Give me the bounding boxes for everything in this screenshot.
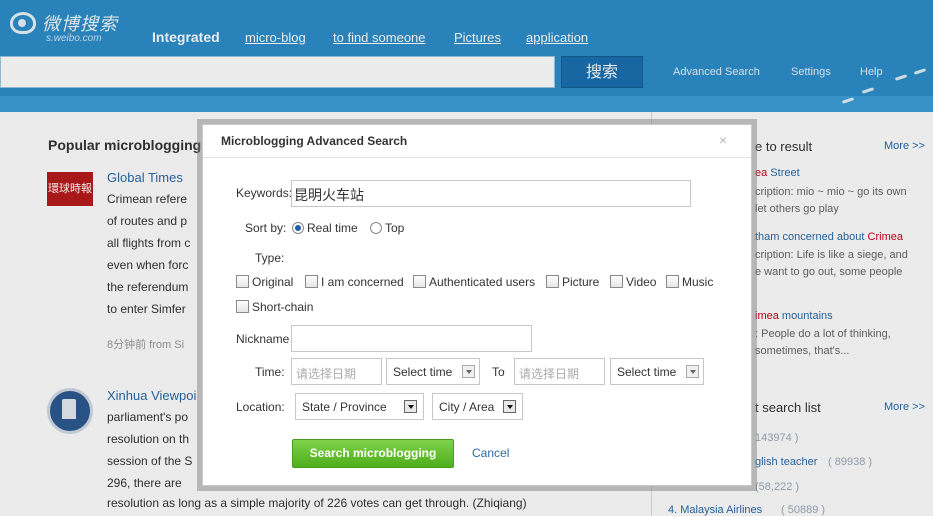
advanced-search-dialog: Microblogging Advanced Search × Keywords…	[202, 124, 752, 486]
end-time-value: Select time	[617, 365, 677, 379]
start-time-select[interactable]: Select time	[386, 358, 480, 385]
time-label: Time:	[255, 365, 285, 379]
type-original-checkbox[interactable]	[236, 275, 249, 288]
type-picture-checkbox[interactable]	[546, 275, 559, 288]
sort-realtime-label[interactable]: Real time	[307, 221, 358, 235]
dialog-title: Microblogging Advanced Search	[221, 134, 408, 148]
type-short-chain-checkbox[interactable]	[236, 300, 249, 313]
chevron-down-icon	[503, 400, 516, 413]
type-music-checkbox[interactable]	[666, 275, 679, 288]
sort-top-label[interactable]: Top	[385, 221, 404, 235]
sort-realtime-radio[interactable]	[292, 222, 304, 234]
location-label: Location:	[236, 400, 285, 414]
type-concerned-checkbox[interactable]	[305, 275, 318, 288]
chevron-down-icon	[462, 365, 475, 378]
type-picture-label[interactable]: Picture	[562, 275, 599, 289]
type-short-chain-label[interactable]: Short-chain	[252, 300, 313, 314]
type-authenticated-label[interactable]: Authenticated users	[429, 275, 535, 289]
search-microblogging-button[interactable]: Search microblogging	[292, 439, 454, 468]
sort-top-radio[interactable]	[370, 222, 382, 234]
start-time-value: Select time	[393, 365, 453, 379]
type-video-label[interactable]: Video	[626, 275, 656, 289]
keywords-input[interactable]: 昆明火车站	[291, 180, 691, 207]
start-date-input[interactable]: 请选择日期	[291, 358, 382, 385]
cancel-link[interactable]: Cancel	[472, 446, 509, 460]
type-label: Type:	[255, 251, 285, 265]
to-label: To	[492, 365, 505, 379]
chevron-down-icon	[686, 365, 699, 378]
end-date-input[interactable]: 请选择日期	[514, 358, 605, 385]
state-province-value: State / Province	[302, 400, 387, 414]
end-time-select[interactable]: Select time	[610, 358, 704, 385]
dialog-divider	[203, 157, 751, 158]
sort-label: Sort by:	[245, 221, 287, 235]
city-area-select[interactable]: City / Area	[432, 393, 523, 420]
city-area-value: City / Area	[439, 400, 495, 414]
type-video-checkbox[interactable]	[610, 275, 623, 288]
keywords-label: Keywords:	[236, 186, 293, 200]
type-music-label[interactable]: Music	[682, 275, 713, 289]
type-original-label[interactable]: Original	[252, 275, 293, 289]
type-authenticated-checkbox[interactable]	[413, 275, 426, 288]
state-province-select[interactable]: State / Province	[295, 393, 424, 420]
chevron-down-icon	[404, 400, 417, 413]
type-concerned-label[interactable]: I am concerned	[321, 275, 404, 289]
nickname-label: Nickname	[236, 332, 290, 346]
nickname-input[interactable]	[291, 325, 532, 352]
close-icon[interactable]: ×	[719, 132, 727, 148]
